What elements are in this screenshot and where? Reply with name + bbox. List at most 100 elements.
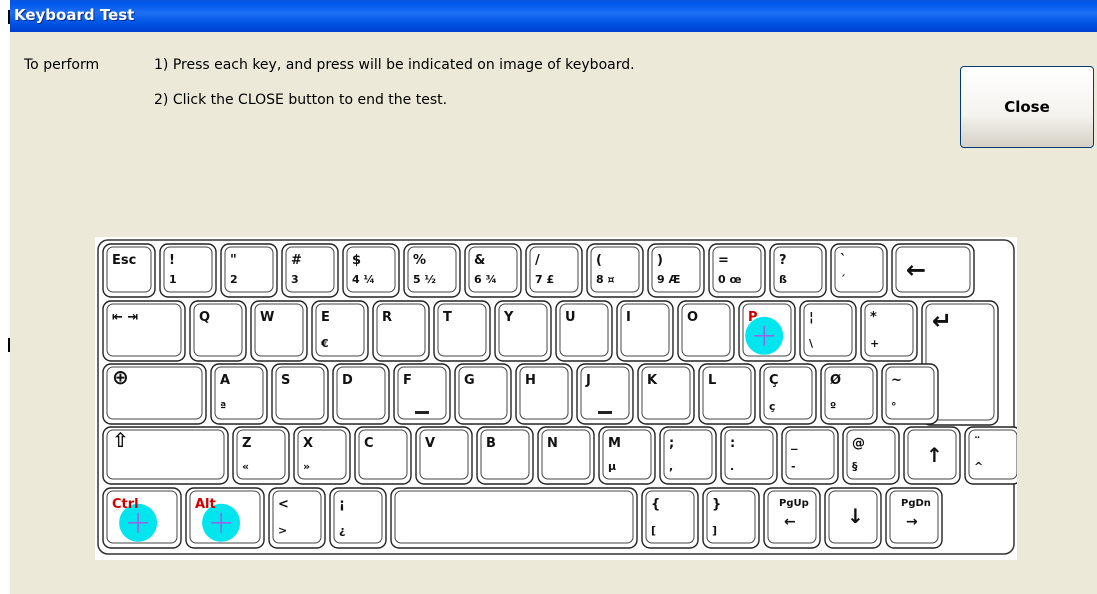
- keyboard-image: Esc! 1 " 2 #3 $4 ¼% 5 ½ & 6 ¾/7 £(8 ¤) 9 Æ = 0 œ? ß `…: [95, 237, 1017, 560]
- key-l: L: [698, 363, 756, 425]
- key-pgup: PgUp ←: [763, 487, 821, 549]
- key-4: $4 ¼: [342, 243, 400, 298]
- key-alt: Alt: [185, 487, 265, 549]
- key-excl-sublabel: ¿: [339, 524, 345, 537]
- key-i: I: [616, 300, 674, 362]
- key-dash: _-: [781, 426, 839, 485]
- key-m-sublabel: µ: [608, 460, 616, 473]
- key-enter-label: ↵: [932, 307, 952, 335]
- key-sz-sublabel: ß: [779, 273, 787, 286]
- key-at-sublabel: §: [852, 460, 858, 473]
- key-sz: ?ß: [769, 243, 827, 298]
- key-8: (8 ¤: [586, 243, 644, 298]
- key-9-sublabel: 9 Æ: [657, 273, 680, 286]
- key-sz-label: ?: [779, 253, 787, 268]
- key-p-label: P: [748, 310, 758, 325]
- key-j: J: [576, 363, 634, 425]
- key-1-label: !: [169, 253, 175, 268]
- key-u-label: U: [565, 310, 576, 325]
- key-acute-sublabel: ´: [840, 273, 846, 286]
- key-down: ↓: [824, 487, 882, 549]
- key-3-sublabel: 3: [291, 273, 299, 286]
- key-backslash: ¦\: [799, 300, 857, 362]
- key-l-label: L: [708, 373, 716, 388]
- key-6-sublabel: 6 ¾: [474, 273, 497, 286]
- instruction-step-2: 2) Click the CLOSE button to end the tes…: [154, 92, 448, 108]
- key-ctrl-label: Ctrl: [112, 497, 139, 512]
- key-5-sublabel: 5 ½: [413, 273, 436, 286]
- key-t-label: T: [443, 310, 452, 325]
- key-dash-sublabel: -: [791, 460, 796, 473]
- key-8-label: (: [596, 253, 602, 268]
- title-bar: Keyboard Test: [10, 0, 1097, 32]
- key-e-sublabel: €: [320, 337, 329, 350]
- key-s-label: S: [281, 373, 290, 388]
- key-ctrl: Ctrl: [102, 487, 182, 549]
- key-2-sublabel: 2: [230, 273, 238, 286]
- key-p: P: [738, 300, 796, 362]
- key-j-home-bump: [598, 411, 612, 414]
- key-n-label: N: [547, 436, 558, 451]
- key-pgup-sublabel: ←: [784, 514, 796, 530]
- key-rbrace-sublabel: ]: [712, 524, 717, 537]
- key-1: !1: [159, 243, 217, 298]
- key-8-sublabel: 8 ¤: [596, 273, 614, 286]
- key-d-label: D: [342, 373, 353, 388]
- key-rbrace-label: }: [712, 497, 721, 512]
- key-b-label: B: [486, 436, 496, 451]
- key-caps-label: ⊕: [112, 365, 129, 389]
- key-1-sublabel: 1: [169, 273, 177, 286]
- key-x-label: X: [303, 436, 313, 451]
- key-y-label: Y: [503, 310, 514, 325]
- key-h: H: [515, 363, 573, 425]
- key-6: & 6 ¾: [464, 243, 522, 298]
- key-oslash: Øº: [820, 363, 878, 425]
- key-w-label: W: [260, 310, 274, 325]
- key-caret: ¨^: [964, 426, 1017, 485]
- key-colon-label: :: [730, 436, 735, 451]
- key-star-label: *: [870, 310, 877, 325]
- key-alt-label: Alt: [195, 497, 216, 512]
- key-9-label: ): [657, 253, 663, 268]
- key-at-label: @: [852, 436, 865, 451]
- key-up-label: ↑: [926, 443, 943, 467]
- key-3-label: #: [291, 253, 302, 268]
- key-lbrace: {[: [641, 487, 699, 549]
- key-rbrace: }]: [702, 487, 760, 549]
- key-esc: Esc: [102, 243, 156, 298]
- key-pgup-label: PgUp: [779, 498, 809, 509]
- key-a-label: A: [220, 373, 230, 388]
- key-backslash-label: ¦: [809, 310, 814, 325]
- key-2-label: ": [230, 253, 237, 268]
- key-7-label: /: [535, 253, 540, 268]
- key-i-label: I: [626, 310, 631, 325]
- key-down-label: ↓: [847, 504, 864, 528]
- key-tab: ⇤ ⇥: [102, 300, 186, 362]
- key-semicolon-sublabel: ,: [669, 460, 673, 473]
- key-caret-sublabel: ^: [974, 460, 983, 473]
- key-a: Aª: [210, 363, 268, 425]
- key-e-label: E: [321, 310, 330, 325]
- key-ccedil-label: Ç: [769, 373, 779, 388]
- key-q: Q: [189, 300, 247, 362]
- key-v-label: V: [425, 436, 435, 451]
- key-j-label: J: [585, 373, 591, 388]
- key-w: W: [250, 300, 308, 362]
- key-z-sublabel: «: [242, 460, 249, 473]
- key-space: [390, 487, 638, 549]
- key-u: U: [555, 300, 613, 362]
- key-f: F: [393, 363, 451, 425]
- key-o-label: O: [687, 310, 698, 325]
- key-esc-label: Esc: [112, 253, 136, 268]
- key-2: "2: [220, 243, 278, 298]
- close-button[interactable]: Close: [960, 66, 1094, 148]
- key-pgdn-label: PgDn: [901, 498, 931, 509]
- key-excl: ¡¿: [329, 487, 387, 549]
- key-c: C: [354, 426, 412, 485]
- key-h-label: H: [525, 373, 536, 388]
- window-left-edge: [0, 0, 10, 594]
- key-tab-label: ⇤ ⇥: [112, 310, 138, 325]
- key-tilde: ~°: [881, 363, 939, 425]
- key-4-label: $: [352, 253, 361, 268]
- key-tilde-sublabel: °: [891, 400, 897, 413]
